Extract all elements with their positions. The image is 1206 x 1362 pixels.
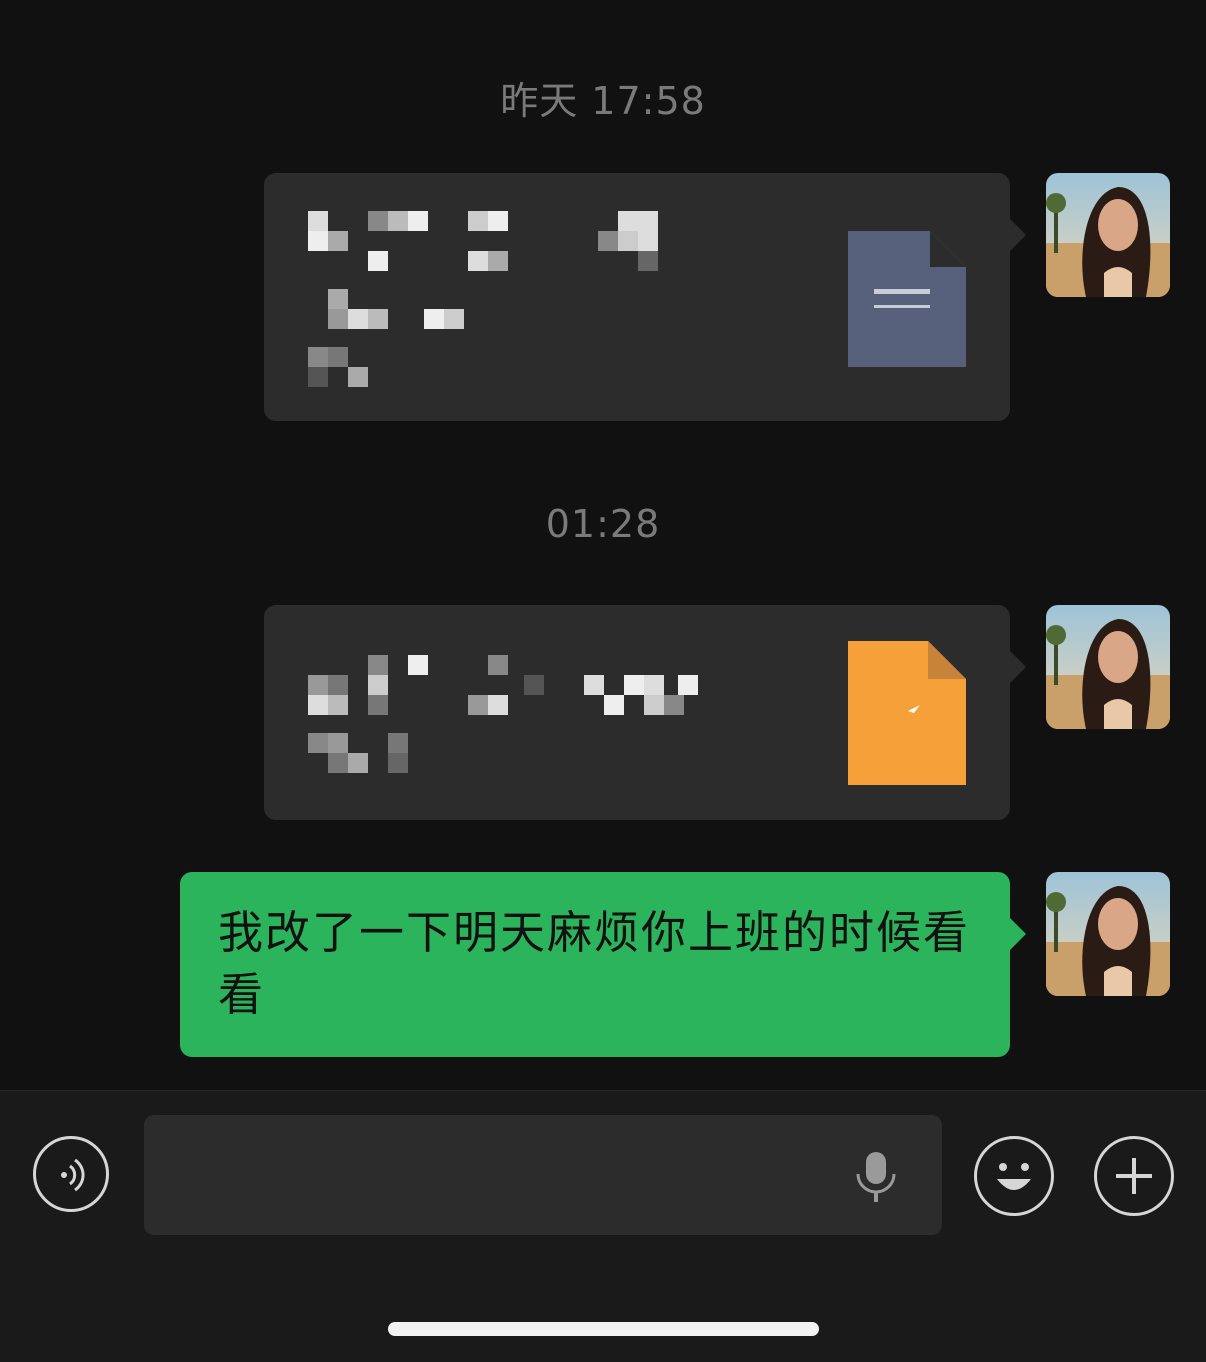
microphone-icon[interactable] [854,1150,898,1204]
more-options-button[interactable] [1094,1136,1174,1216]
bubble-tail [1010,918,1026,950]
chat-area[interactable]: 昨天 17:58 01:28 我改了一下明天麻烦你上班的时候看看 [0,0,1206,1090]
timestamp: 昨天 17:58 [500,79,706,123]
file-message-bubble[interactable] [264,605,1026,820]
avatar[interactable] [1046,872,1170,996]
voice-toggle-icon [61,1158,85,1192]
file-message-bubble[interactable] [264,173,1026,421]
text-message-bubble[interactable]: 我改了一下明天麻烦你上班的时候看看 [180,872,1026,1057]
emoji-button[interactable] [974,1136,1054,1216]
avatar[interactable] [1046,605,1170,729]
message-text: 我改了一下明天麻烦你上班的时候看看 [218,906,971,1021]
document-file-icon [848,231,966,367]
voice-toggle-button[interactable] [33,1136,109,1212]
document-file-icon [848,641,966,785]
emoji-icon [997,1163,1031,1190]
timestamp: 01:28 [545,502,661,546]
home-indicator[interactable] [388,1322,819,1336]
message-input[interactable] [144,1115,942,1235]
plus-icon [1116,1158,1152,1194]
bubble-tail [1010,651,1026,683]
bubble-tail [1010,219,1026,251]
avatar[interactable] [1046,173,1170,297]
